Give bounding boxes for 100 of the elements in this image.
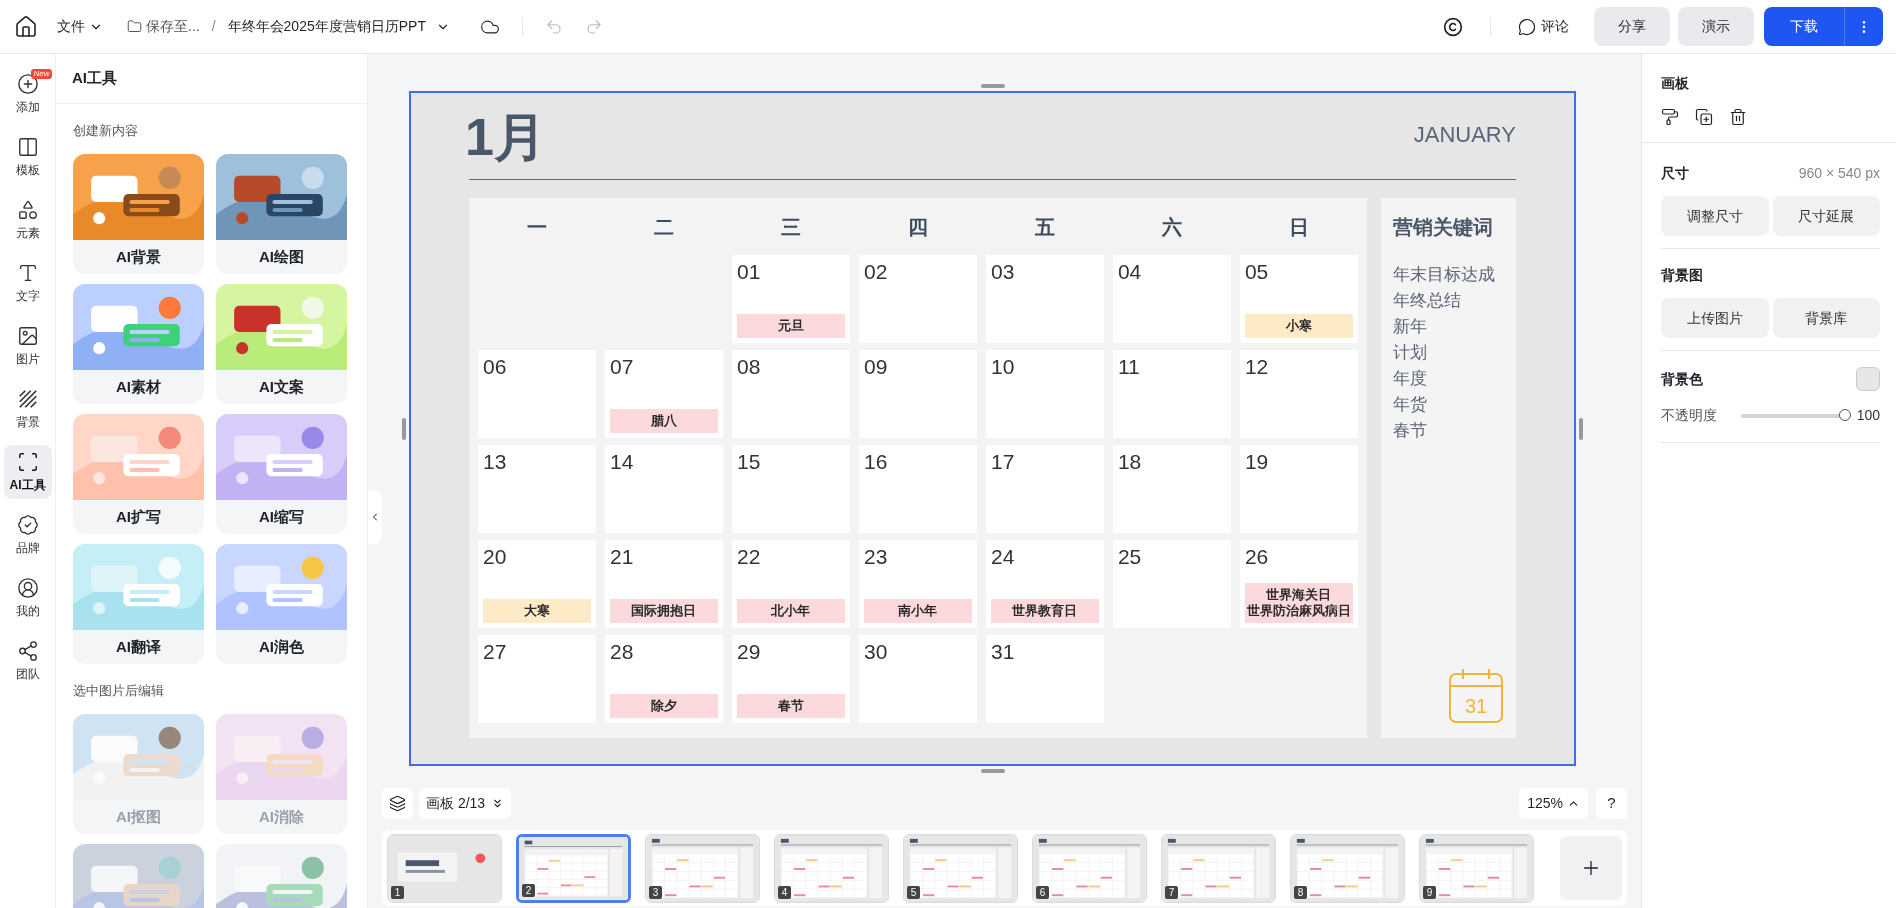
sidebar-item[interactable]: 品牌 (3, 508, 52, 562)
slide-thumbnail[interactable]: 3 (645, 833, 760, 903)
document-title[interactable]: 年终年会2025年度营销日历PPT (227, 16, 450, 37)
day-number: 17 (990, 449, 1015, 475)
ai-tool-card[interactable]: AI素材 (73, 284, 204, 404)
day-number: 11 (1117, 354, 1140, 380)
background-image-button[interactable]: 上传图片 (1661, 298, 1769, 338)
slider-thumb[interactable] (1839, 408, 1851, 421)
copyright-icon[interactable] (1443, 16, 1463, 37)
duplicate-icon[interactable] (1695, 108, 1713, 126)
color-swatch[interactable] (1856, 367, 1880, 391)
folder-icon (127, 19, 142, 34)
event-label: 南小年 (863, 599, 972, 623)
day-number: 06 (483, 354, 507, 380)
slide-thumbnail[interactable]: 5 (903, 833, 1018, 903)
weekday-header: 三 (780, 214, 801, 240)
panel-title: 画板 (1661, 74, 1689, 93)
event-label: 元旦 (736, 314, 845, 338)
day-number: 21 (610, 544, 634, 570)
save-location-link[interactable]: 保存至... (146, 16, 200, 37)
paint-roller-icon[interactable] (1661, 108, 1679, 126)
day-number: 29 (736, 639, 761, 665)
day-number: 12 (1244, 354, 1269, 380)
sidebar-label: 品牌 (15, 539, 40, 557)
new-badge: New (31, 69, 52, 79)
day-number: 19 (1244, 449, 1269, 475)
size-button[interactable]: 调整尺寸 (1661, 196, 1769, 236)
ai-tool-card[interactable]: AI翻译 (73, 544, 204, 664)
resize-handle[interactable] (980, 84, 1005, 88)
month-title: 1月 (465, 107, 546, 167)
event-label: 除夕 (610, 694, 718, 718)
sidebar-item[interactable]: 我的 (3, 571, 52, 625)
weekday-header: 五 (1034, 214, 1055, 240)
badge-icon (16, 513, 39, 536)
sidebar-item[interactable]: 图片 (3, 319, 52, 373)
present-button[interactable]: 演示 (1678, 7, 1754, 46)
slide-thumbnail[interactable]: 8 (1290, 833, 1405, 903)
ai-tool-card[interactable]: AI扩写 (73, 414, 204, 534)
breadcrumb-separator: / (211, 17, 216, 36)
day-number: 15 (736, 449, 761, 475)
slide-thumbnail[interactable]: 4 (774, 833, 889, 903)
keyword: 计划 (1392, 342, 1427, 364)
weekday-header: 日 (1288, 214, 1309, 240)
keywords-title: 营销关键词 (1392, 215, 1493, 240)
sidebar-item[interactable]: New 添加 (3, 67, 52, 121)
resize-handle[interactable] (402, 417, 406, 440)
size-button[interactable]: 尺寸延展 (1772, 196, 1880, 236)
day-number: 20 (483, 544, 507, 570)
opacity-label: 不透明度 (1661, 406, 1717, 425)
sidebar-item[interactable]: 背景 (3, 382, 52, 436)
slide-thumbnail[interactable]: 1 (387, 833, 502, 903)
section-title: 选中图片后编辑 (73, 683, 164, 698)
ai-tool-card[interactable]: AI文案 (216, 284, 347, 404)
background-image-button[interactable]: 背景库 (1772, 298, 1880, 338)
weekday-header: 四 (907, 214, 928, 240)
resize-handle[interactable] (980, 769, 1005, 773)
slide-thumbnail[interactable]: 9 (1419, 833, 1534, 903)
share-button[interactable]: 分享 (1594, 7, 1670, 46)
home-icon[interactable] (14, 14, 38, 39)
opacity-value: 100 (1856, 406, 1880, 425)
ai-tool-card[interactable]: AI润色 (216, 544, 347, 664)
day-number: 28 (610, 639, 634, 665)
sidebar-item[interactable]: 文字 (3, 256, 52, 310)
section-title: 创建新内容 (73, 123, 138, 138)
layers-button[interactable] (382, 787, 413, 819)
slide-thumbnail[interactable]: 6 (1032, 833, 1147, 903)
board-selector[interactable]: 画板 2/13 (419, 787, 512, 819)
day-number: 24 (990, 544, 1015, 570)
team-icon (16, 639, 39, 662)
sidebar-item[interactable]: AI工具 (3, 445, 52, 499)
image-icon (16, 324, 39, 347)
zoom-selector[interactable]: 125% (1519, 787, 1588, 819)
comment-button[interactable]: 评论 (1518, 16, 1569, 37)
sidebar-item[interactable]: 团队 (3, 634, 52, 688)
keyword: 年货 (1392, 394, 1427, 416)
delete-icon[interactable] (1729, 108, 1747, 126)
template-icon (16, 135, 39, 158)
sidebar-item[interactable]: 元素 (3, 193, 52, 247)
event-label: 世界教育日 (990, 599, 1099, 623)
slide-thumbnail[interactable]: 7 (1161, 833, 1276, 903)
ai-tool-card[interactable]: AI缩写 (216, 414, 347, 534)
day-number: 02 (863, 259, 888, 285)
event-label: 世界海关日 世界防治麻风病日 (1244, 583, 1353, 623)
day-number: 14 (610, 449, 634, 475)
file-menu[interactable]: 文件 (55, 16, 105, 37)
day-number: 07 (610, 354, 634, 380)
event-label: 国际拥抱日 (610, 599, 718, 623)
sidebar-item[interactable]: 模板 (3, 130, 52, 184)
day-number: 01 (736, 259, 761, 285)
ai-tool-card[interactable]: AI背景 (73, 154, 204, 274)
help-button[interactable]: ? (1596, 787, 1627, 819)
resize-handle[interactable] (1579, 417, 1583, 440)
slide-thumbnail[interactable]: 2 (516, 833, 631, 903)
day-number: 10 (990, 354, 1015, 380)
ai-tool-card[interactable]: AI绘图 (216, 154, 347, 274)
user-icon (16, 576, 39, 599)
day-number: 25 (1117, 544, 1142, 570)
day-number: 18 (1117, 449, 1142, 475)
day-number: 05 (1244, 259, 1269, 285)
sidebar-label: AI工具 (9, 476, 46, 494)
